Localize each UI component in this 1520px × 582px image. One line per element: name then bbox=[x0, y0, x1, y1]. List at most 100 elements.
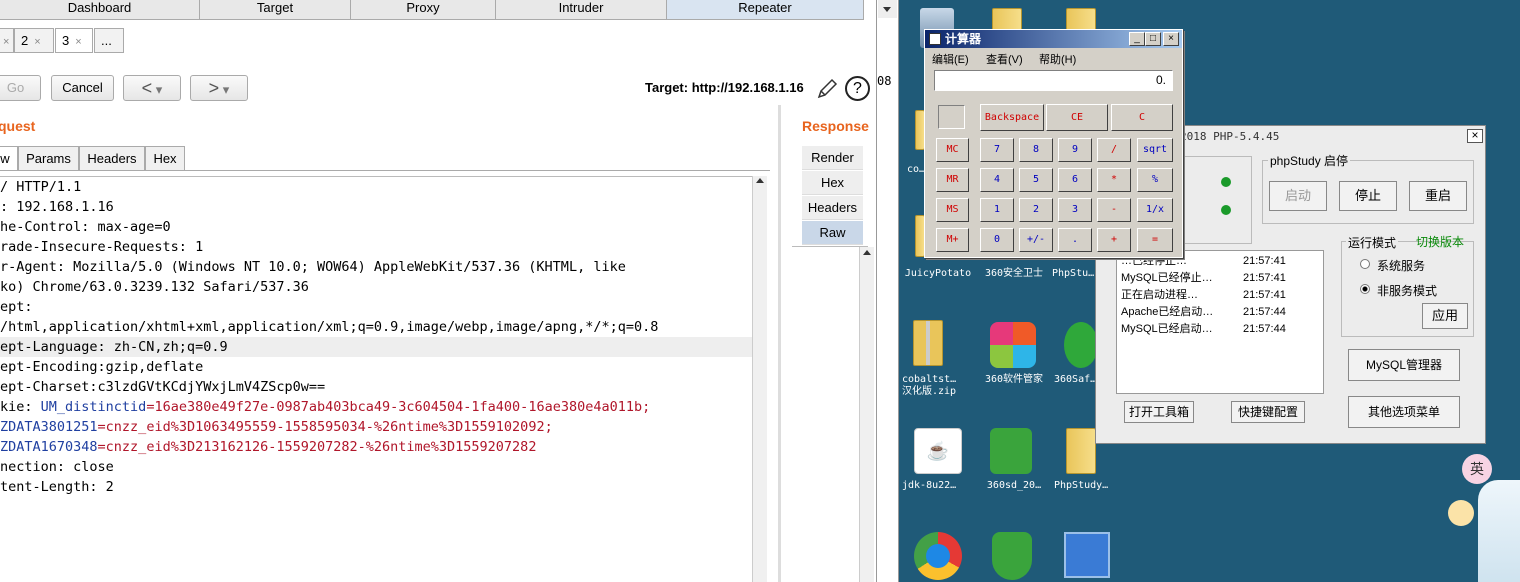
360-safe-icon[interactable] bbox=[1064, 322, 1098, 368]
stop-button[interactable]: 停止 bbox=[1339, 181, 1397, 211]
calc-key[interactable]: 7 bbox=[980, 138, 1014, 162]
scroll-up-icon[interactable] bbox=[756, 178, 764, 183]
calc-key[interactable]: * bbox=[1097, 168, 1131, 192]
360sd-icon[interactable] bbox=[990, 428, 1032, 474]
mplus-button[interactable]: M+ bbox=[936, 228, 969, 252]
help-icon[interactable]: ? bbox=[845, 76, 870, 101]
cancel-button[interactable]: Cancel bbox=[51, 75, 114, 101]
calc-key[interactable]: 8 bbox=[1019, 138, 1053, 162]
request-editor[interactable]: / HTTP/1.1 : 192.168.1.16 he-Control: ma… bbox=[0, 176, 752, 582]
toolbox-button[interactable]: 打开工具箱 bbox=[1124, 401, 1194, 423]
tab-params[interactable]: Params bbox=[18, 146, 79, 171]
desktop-icon-label[interactable]: 360Saf… bbox=[1054, 374, 1096, 385]
browser-icon[interactable] bbox=[914, 532, 962, 580]
response-editor[interactable] bbox=[792, 246, 868, 582]
menu-help[interactable]: 帮助(H) bbox=[1039, 51, 1076, 67]
edit-icon[interactable] bbox=[815, 77, 839, 101]
network-icon[interactable] bbox=[1064, 532, 1110, 578]
maximize-button[interactable]: □ bbox=[1145, 32, 1161, 46]
menu-view[interactable]: 查看(V) bbox=[986, 51, 1023, 67]
switch-version-link[interactable]: 切换版本 bbox=[1416, 233, 1464, 250]
start-button[interactable]: 启动 bbox=[1269, 181, 1327, 211]
go-button[interactable]: Go bbox=[0, 75, 41, 101]
zip-file-icon[interactable] bbox=[913, 320, 943, 366]
tab-intruder[interactable]: Intruder bbox=[496, 0, 667, 20]
log-list[interactable]: …已经停止… 21:57:41 MySQL已经停止… 21:57:41 正在启动进程… bbox=[1116, 250, 1324, 394]
tab-headers[interactable]: Headers bbox=[79, 146, 145, 171]
subtab-3[interactable]: 3 × bbox=[55, 28, 93, 53]
calc-key[interactable]: 3 bbox=[1058, 198, 1092, 222]
close-icon[interactable]: × bbox=[75, 36, 81, 48]
back-button[interactable]: < ▾ bbox=[123, 75, 181, 101]
forward-button[interactable]: > ▾ bbox=[190, 75, 248, 101]
close-icon[interactable]: × bbox=[3, 36, 9, 48]
close-button[interactable]: × bbox=[1163, 32, 1179, 46]
calc-key[interactable]: 1/x bbox=[1137, 198, 1173, 222]
desktop-icon-label[interactable]: cobaltst… bbox=[902, 374, 978, 385]
clear-entry-button[interactable]: CE bbox=[1046, 104, 1108, 131]
360-guard-icon[interactable] bbox=[992, 532, 1032, 580]
dropdown-control[interactable] bbox=[878, 0, 897, 18]
calc-key[interactable]: = bbox=[1137, 228, 1173, 252]
tab-resp-hex[interactable]: Hex bbox=[802, 171, 863, 195]
radio-system-service[interactable] bbox=[1360, 259, 1370, 269]
desktop-icon-label[interactable]: 360sd_20… bbox=[976, 480, 1052, 491]
calc-key[interactable]: 4 bbox=[980, 168, 1014, 192]
folder-icon[interactable] bbox=[1066, 428, 1096, 474]
calc-key[interactable]: 1 bbox=[980, 198, 1014, 222]
calc-key[interactable]: / bbox=[1097, 138, 1131, 162]
mc-button[interactable]: MC bbox=[936, 138, 969, 162]
desktop-icon-label[interactable]: 360安全卫士 bbox=[976, 268, 1052, 279]
other-options-button[interactable]: 其他选项菜单 bbox=[1348, 396, 1460, 428]
restart-button[interactable]: 重启 bbox=[1409, 181, 1467, 211]
tab-resp-headers[interactable]: Headers bbox=[802, 196, 863, 220]
360-software-manager-icon[interactable] bbox=[990, 322, 1036, 368]
calc-key[interactable]: - bbox=[1097, 198, 1131, 222]
subtab-1[interactable]: × bbox=[0, 28, 14, 53]
clear-button[interactable]: C bbox=[1111, 104, 1173, 131]
splitter[interactable] bbox=[778, 105, 781, 582]
subtab-new[interactable]: ... bbox=[94, 28, 124, 53]
hotkey-button[interactable]: 快捷键配置 bbox=[1231, 401, 1305, 423]
response-scrollbar[interactable] bbox=[859, 247, 874, 582]
calc-key[interactable]: +/- bbox=[1019, 228, 1053, 252]
tab-target[interactable]: Target bbox=[200, 0, 351, 20]
java-icon[interactable]: ☕ bbox=[914, 428, 962, 474]
ime-indicator[interactable]: 英 bbox=[1462, 454, 1492, 484]
minimize-button[interactable]: _ bbox=[1129, 32, 1145, 46]
tab-hex[interactable]: Hex bbox=[145, 146, 185, 171]
ms-button[interactable]: MS bbox=[936, 198, 969, 222]
calc-key[interactable]: + bbox=[1097, 228, 1131, 252]
desktop-icon-label[interactable]: jdk-8u22… bbox=[902, 480, 978, 491]
target-label[interactable]: Target: http://192.168.1.16 bbox=[645, 80, 804, 95]
tab-repeater[interactable]: Repeater bbox=[667, 0, 864, 20]
calc-key[interactable]: 6 bbox=[1058, 168, 1092, 192]
desktop-icon-label[interactable]: PhpStu… bbox=[1052, 268, 1096, 279]
calc-key[interactable]: 0 bbox=[980, 228, 1014, 252]
menu-edit[interactable]: 编辑(E) bbox=[932, 51, 969, 67]
calc-key[interactable]: 9 bbox=[1058, 138, 1092, 162]
backspace-button[interactable]: Backspace bbox=[980, 104, 1044, 131]
calc-key[interactable]: . bbox=[1058, 228, 1092, 252]
desktop-icon-label[interactable]: 360软件管家 bbox=[976, 374, 1052, 385]
calc-key[interactable]: 2 bbox=[1019, 198, 1053, 222]
desktop-icon-label[interactable]: PhpStudy… bbox=[1054, 480, 1124, 491]
tab-resp-raw[interactable]: Raw bbox=[802, 221, 863, 245]
tab-raw[interactable]: w bbox=[0, 146, 18, 171]
calc-key[interactable]: sqrt bbox=[1137, 138, 1173, 162]
tab-proxy[interactable]: Proxy bbox=[351, 0, 496, 20]
subtab-2[interactable]: 2 × bbox=[14, 28, 54, 53]
mr-button[interactable]: MR bbox=[936, 168, 969, 192]
apply-button[interactable]: 应用 bbox=[1422, 303, 1468, 329]
mysql-manager-button[interactable]: MySQL管理器 bbox=[1348, 349, 1460, 381]
close-button[interactable]: × bbox=[1467, 129, 1483, 143]
scroll-up-icon[interactable] bbox=[863, 250, 871, 255]
radio-non-service[interactable] bbox=[1360, 284, 1370, 294]
desktop-icon-label[interactable]: 汉化版.zip bbox=[902, 386, 978, 397]
calc-key[interactable]: 5 bbox=[1019, 168, 1053, 192]
tab-render[interactable]: Render bbox=[802, 146, 863, 170]
request-scrollbar[interactable] bbox=[752, 176, 767, 582]
tab-dashboard[interactable]: Dashboard bbox=[0, 0, 200, 20]
calc-key[interactable]: % bbox=[1137, 168, 1173, 192]
desktop-icon-label[interactable]: JuicyPotato bbox=[900, 268, 976, 279]
